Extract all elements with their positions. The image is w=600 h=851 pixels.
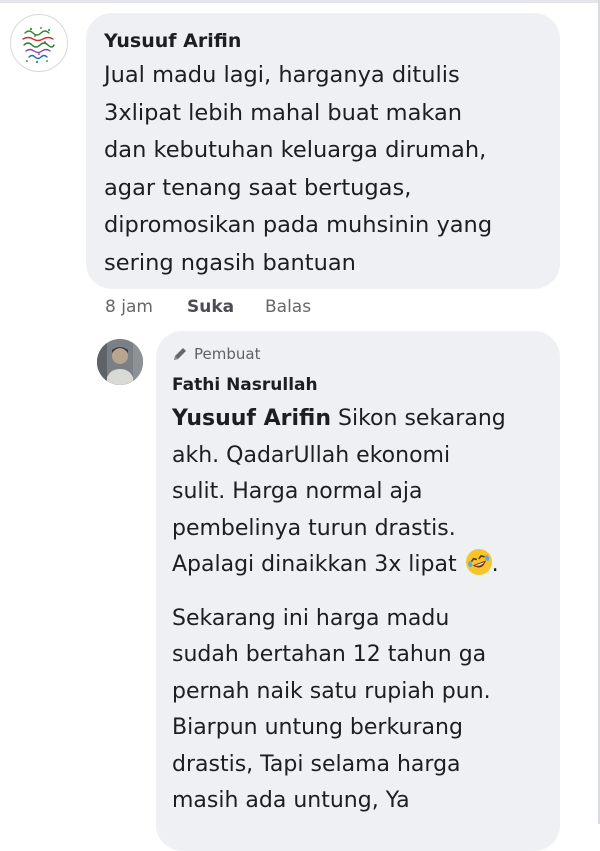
reply-line: Biarpun untung berkurang [172,715,463,740]
badge-label: Pembuat [194,345,261,363]
reply-line: Apalagi dinaikkan 3x lipat . [172,547,544,584]
replier-avatar[interactable] [97,339,143,385]
comment-line: agar tenang saat bertugas, [104,174,412,201]
reply-line: akh. QadarUllah ekonomi [172,442,451,468]
mention-link[interactable]: Yusuuf Arifin [172,406,331,431]
reply-button[interactable]: Balas [265,293,335,321]
comment-line: Jual madu lagi, harganya ditulis [104,62,460,88]
comment-line: 3xlipat lebih mahal buat makan [104,99,463,126]
comment-line: dipromosikan pada muhsinin yang [104,212,493,238]
reply-bubble: Pembuat Fathi Nasrullah Yusuuf Arifin Si… [156,331,560,851]
reply-line: sudah bertahan 12 tahun ga [172,642,487,667]
comment-bubble: Yusuuf Arifin Jual madu lagi, harganya d… [86,13,560,289]
reply-line: Sekarang ini harga madu [172,605,450,631]
comment-line: dan kebutuhan keluarga dirumah, [104,137,487,163]
pencil-icon [174,348,186,360]
author-badge: Pembuat [172,343,544,365]
comment-timestamp[interactable]: 8 jam [105,293,187,321]
reply-line: pembelinya turun drastis. [172,515,456,541]
person-photo-icon [97,339,143,385]
comment-author[interactable]: Yusuuf Arifin [104,28,542,54]
calligraphy-avatar-icon [22,27,55,64]
rolling-on-floor-laughing-emoji-icon [465,549,492,575]
reply-author[interactable]: Fathi Nasrullah [172,373,544,397]
reply-line: drastis, Tapi selama harga [172,751,461,777]
top-divider [0,0,600,3]
reply-line: pernah naik satu rupiah pun. [172,678,491,704]
reply-line: masih ada untung, Ya [172,788,410,813]
reply-text: Yusuuf Arifin Sikon sekarang akh. QadarU… [172,401,544,820]
reply-paragraph-2: Sekarang ini harga madu sudah bertahan 1… [172,601,544,820]
reply-line: sulit. Harga normal aja [172,479,423,504]
reply-line-text: Apalagi dinaikkan 3x lipat [172,552,457,577]
reply-line: Yusuuf Arifin Sikon sekarang [172,401,544,438]
like-button[interactable]: Suka [187,293,265,321]
comment-text: Jual madu lagi, harganya ditulis 3xlipat… [104,57,542,282]
comment-line: sering ngasih bantuan [104,249,356,276]
reply-line-text: Sikon sekarang [331,406,506,431]
comment-actions: 8 jam Suka Balas [105,293,335,321]
commenter-avatar[interactable] [10,14,68,72]
